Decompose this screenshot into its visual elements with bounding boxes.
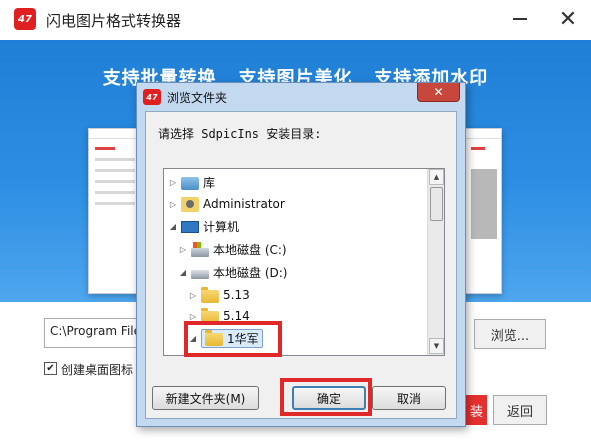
dialog-title-bar: 47 浏览文件夹 ✕ <box>137 83 465 111</box>
dialog-prompt: 请选择 SdpicIns 安装目录: <box>158 127 322 141</box>
dialog-logo-icon: 47 <box>143 89 161 105</box>
dialog-body: 请选择 SdpicIns 安装目录: ▷ 库 ▷ Administrator ◢… <box>145 111 457 419</box>
scroll-down-icon[interactable]: ▼ <box>429 338 444 354</box>
minimize-icon[interactable] <box>513 18 527 20</box>
tree-scrollbar[interactable]: ▲ ▼ <box>427 169 444 355</box>
dialog-close-icon[interactable]: ✕ <box>417 83 460 102</box>
expand-arrow-icon[interactable]: ▷ <box>178 245 188 254</box>
new-folder-button[interactable]: 新建文件夹(M) <box>152 386 259 410</box>
browse-folder-dialog: 47 浏览文件夹 ✕ 请选择 SdpicIns 安装目录: ▷ 库 ▷ Admi… <box>136 82 466 427</box>
drive-icon <box>191 270 209 279</box>
system-drive-icon <box>191 241 209 257</box>
tree-item-administrator[interactable]: ▷ Administrator <box>168 193 285 215</box>
title-bar: 47 闪电图片格式转换器 ✕ <box>0 0 591 40</box>
tree-item-folder-513[interactable]: ▷ 5.13 <box>188 284 250 306</box>
tree-item-label: 库 <box>203 175 216 190</box>
expand-arrow-icon[interactable]: ▷ <box>188 312 198 321</box>
collapse-arrow-icon[interactable]: ◢ <box>168 222 178 231</box>
tree-item-label: 本地磁盘 (D:) <box>213 265 288 280</box>
tree-item-label: 5.13 <box>223 288 250 302</box>
expand-arrow-icon[interactable]: ▷ <box>168 200 178 209</box>
tree-item-drive-c[interactable]: ▷ 本地磁盘 (C:) <box>178 238 287 260</box>
cancel-button[interactable]: 取消 <box>372 386 446 410</box>
tree-item-label: 计算机 <box>203 219 240 234</box>
highlight-ok-button <box>280 378 372 416</box>
tree-item-label: 本地磁盘 (C:) <box>213 242 287 257</box>
app-logo-icon: 47 <box>14 8 36 30</box>
tree-item-computer[interactable]: ◢ 计算机 <box>168 215 239 237</box>
user-folder-icon <box>181 196 199 212</box>
app-title: 闪电图片格式转换器 <box>46 12 182 30</box>
back-button[interactable]: 返回 <box>493 395 547 425</box>
close-icon[interactable]: ✕ <box>556 8 580 32</box>
tree-item-drive-d[interactable]: ◢ 本地磁盘 (D:) <box>178 261 288 283</box>
library-icon <box>181 177 199 190</box>
app-preview-image-right <box>464 128 502 294</box>
highlight-selected-folder <box>184 321 282 357</box>
browse-button[interactable]: 浏览... <box>474 319 546 349</box>
tree-item-library[interactable]: ▷ 库 <box>168 171 215 193</box>
app-preview-image <box>88 128 142 294</box>
expand-arrow-icon[interactable]: ▷ <box>188 291 198 300</box>
desktop-icon-checkbox[interactable]: ✔ <box>44 362 57 375</box>
dialog-title: 浏览文件夹 <box>167 91 228 105</box>
expand-arrow-icon[interactable]: ▷ <box>168 178 178 187</box>
folder-icon <box>201 287 219 303</box>
computer-icon <box>181 221 199 233</box>
install-path-input[interactable]: C:\Program File <box>44 318 144 348</box>
collapse-arrow-icon[interactable]: ◢ <box>178 268 188 277</box>
tree-item-label: Administrator <box>203 197 285 211</box>
scroll-thumb[interactable] <box>430 187 443 221</box>
desktop-icon-label: 创建桌面图标 <box>61 363 134 377</box>
scroll-up-icon[interactable]: ▲ <box>429 169 444 185</box>
